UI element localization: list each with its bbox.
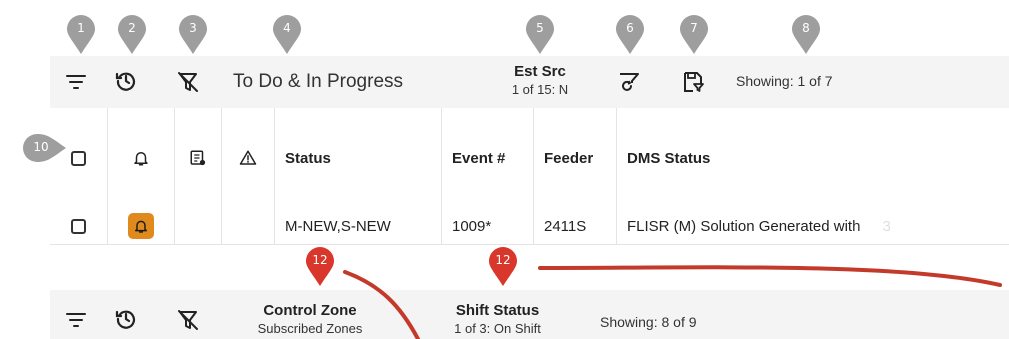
- callout-4: 4: [272, 15, 302, 55]
- status-header[interactable]: Status: [275, 108, 442, 208]
- trailing-value: 3: [882, 217, 891, 235]
- callout-5: 5: [525, 15, 555, 55]
- bell-icon: [134, 220, 148, 233]
- bell-icon: [134, 152, 148, 166]
- event-number-header[interactable]: Event #: [442, 108, 534, 208]
- select-all-checkbox[interactable]: [71, 150, 86, 166]
- filter-lines-icon[interactable]: [63, 69, 89, 95]
- clear-filter-icon[interactable]: [175, 307, 201, 333]
- refresh-filter-icon[interactable]: [616, 69, 642, 95]
- control-zone-label: Control Zone: [263, 302, 357, 319]
- control-zone-value: Subscribed Zones: [257, 321, 363, 336]
- control-zone-selector[interactable]: Control Zone Subscribed Zones: [245, 302, 375, 338]
- warning-cell: [222, 208, 275, 244]
- status-cell: M-NEW,S-NEW: [275, 208, 442, 244]
- notes-cell: [175, 208, 222, 244]
- table-row[interactable]: M-NEW,S-NEW 1009* 2411S FLISR (M) Soluti…: [50, 208, 1009, 245]
- callout-12-shift-status: 12: [488, 247, 518, 287]
- callout-6: 6: [615, 15, 645, 55]
- feeder-header[interactable]: Feeder: [534, 108, 617, 208]
- feeder-cell: 2411S: [534, 208, 617, 244]
- shift-status-value: 1 of 3: On Shift: [454, 321, 541, 336]
- notes-icon: [190, 150, 206, 166]
- text-fade: [849, 208, 989, 244]
- history-icon[interactable]: [113, 306, 139, 332]
- callout-7: 7: [679, 15, 709, 55]
- clear-filter-icon[interactable]: [175, 69, 201, 95]
- est-src-label: Est Src: [514, 63, 566, 80]
- callout-1: 1: [66, 15, 96, 55]
- callout-12-control-zone: 12: [305, 247, 335, 287]
- dms-status-text: FLISR (M) Solution Generated with: [627, 217, 861, 235]
- alarm-bell-button[interactable]: [128, 213, 154, 239]
- alarm-cell: [108, 208, 175, 244]
- row-checkbox[interactable]: [71, 218, 86, 234]
- showing-count: Showing: 8 of 9: [600, 314, 697, 330]
- row-select-cell: [50, 208, 108, 244]
- callout-2: 2: [117, 15, 147, 55]
- warning-icon: [239, 150, 257, 165]
- dms-status-cell: FLISR (M) Solution Generated with 3: [617, 208, 1009, 244]
- shift-status-label: Shift Status: [455, 302, 540, 319]
- showing-count: Showing: 1 of 7: [736, 73, 833, 89]
- filter-lines-icon[interactable]: [63, 307, 89, 333]
- dms-status-header[interactable]: DMS Status: [617, 108, 1009, 208]
- callout-8: 8: [791, 15, 821, 55]
- event-number-cell: 1009*: [442, 208, 534, 244]
- est-src-value: 1 of 15: N: [511, 82, 569, 97]
- bottom-toolbar: Control Zone Subscribed Zones Shift Stat…: [50, 290, 1009, 339]
- alarm-column-header[interactable]: [108, 108, 175, 208]
- notes-column-header[interactable]: [175, 108, 222, 208]
- callout-10: 10: [15, 133, 67, 163]
- warning-column-header[interactable]: [222, 108, 275, 208]
- save-filter-icon[interactable]: [680, 69, 706, 95]
- top-toolbar: To Do & In Progress Est Src 1 of 15: N S…: [50, 56, 1009, 109]
- filter-title[interactable]: To Do & In Progress: [233, 71, 403, 93]
- shift-status-selector[interactable]: Shift Status 1 of 3: On Shift: [435, 302, 560, 338]
- callout-3: 3: [178, 15, 208, 55]
- history-icon[interactable]: [113, 68, 139, 94]
- grid-header-row: Status Event # Feeder DMS Status: [50, 108, 1009, 209]
- est-src-selector[interactable]: Est Src 1 of 15: N: [490, 63, 590, 99]
